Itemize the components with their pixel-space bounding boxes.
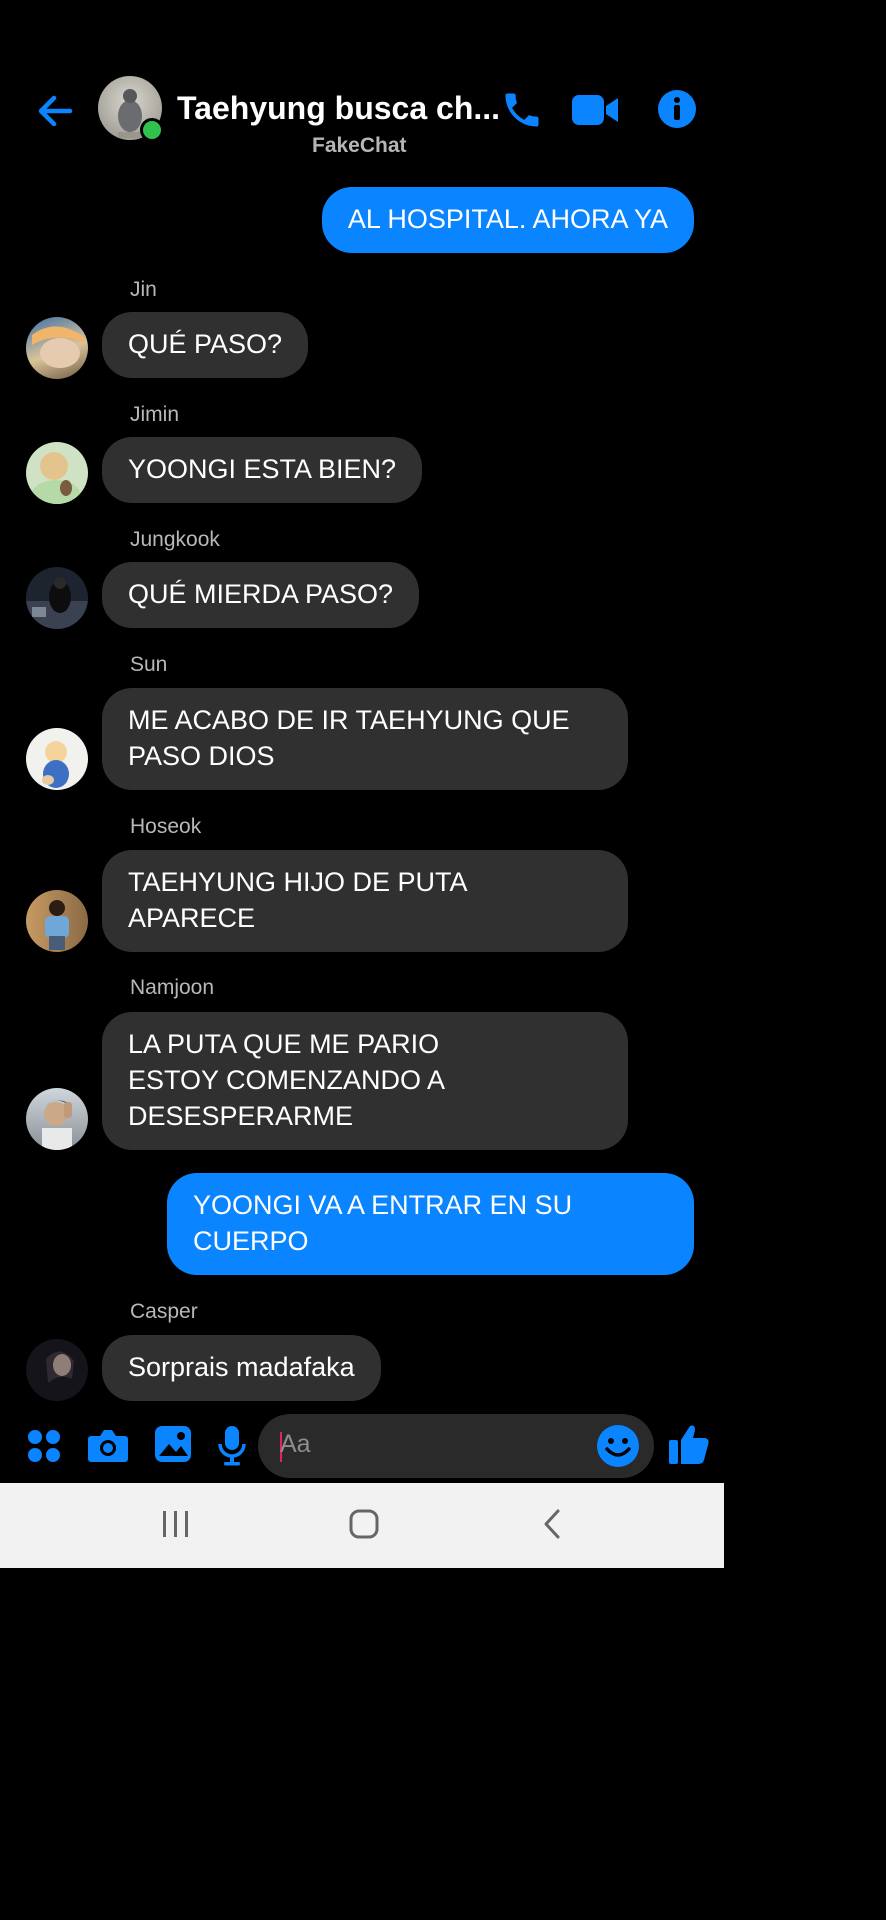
incoming-bubble[interactable]: QUÉ PASO? [102,312,309,378]
emoji-icon[interactable] [596,1424,640,1473]
video-call-icon[interactable] [572,92,620,133]
back-nav-icon[interactable] [540,1508,564,1545]
sender-name: Jin [130,278,157,301]
message-text: YOONGI ESTA BIEN? [128,454,397,484]
incoming-bubble[interactable]: TAEHYUNG HIJO DE PUTA APARECE [102,850,628,952]
message-line: LA PUTA QUE ME PARIO [128,1029,440,1059]
message-line: ESTOY COMENZANDO A [128,1065,446,1095]
avatar-jungkook[interactable] [26,567,88,629]
mic-icon[interactable] [217,1424,247,1471]
avatar-jin[interactable] [26,317,88,379]
message-line: YOONGI VA A ENTRAR EN SU [193,1190,573,1220]
apps-icon[interactable] [26,1428,62,1469]
message-composer: Aa [0,1410,724,1482]
sender-name: Jungkook [130,528,220,551]
avatar-hoseok[interactable] [26,890,88,952]
chat-subtitle: FakeChat [312,134,407,157]
message-input-placeholder: Aa [280,1430,311,1458]
message-line: CUERPO [193,1226,309,1256]
info-icon[interactable] [657,89,697,134]
outgoing-bubble[interactable]: AL HOSPITAL. AHORA YA [321,187,694,253]
sender-name: Hoseok [130,815,202,838]
avatar-namjoon[interactable] [26,1088,88,1150]
back-arrow-icon[interactable] [34,90,76,132]
message-text: QUÉ PASO? [128,329,283,359]
sender-name: Casper [130,1300,198,1323]
message-line: APARECE [128,903,256,933]
home-icon[interactable] [348,1508,380,1545]
sender-name: Namjoon [130,976,215,999]
outgoing-bubble[interactable]: YOONGI VA A ENTRAR EN SU CUERPO [167,1173,694,1275]
avatar-jimin[interactable] [26,442,88,504]
message-text: QUÉ MIERDA PASO? [128,579,394,609]
message-text: AL HOSPITAL. AHORA YA [347,204,668,234]
message-line: ME ACABO DE IR TAEHYUNG QUE [128,705,570,735]
camera-icon[interactable] [87,1426,129,1469]
online-status-dot [140,118,164,142]
message-line: PASO DIOS [128,741,275,771]
incoming-bubble[interactable]: QUÉ MIERDA PASO? [102,562,420,628]
avatar-sun[interactable] [26,728,88,790]
incoming-bubble[interactable]: LA PUTA QUE ME PARIO ESTOY COMENZANDO A … [102,1012,628,1150]
message-input[interactable]: Aa [258,1414,654,1478]
message-text: Sorprais madafaka [128,1352,355,1382]
system-navigation-bar [0,1483,724,1568]
gallery-icon[interactable] [153,1424,193,1469]
group-avatar[interactable] [98,76,164,142]
chat-title[interactable]: Taehyung busca ch... [177,90,500,127]
incoming-bubble[interactable]: ME ACABO DE IR TAEHYUNG QUE PASO DIOS [102,688,628,790]
avatar-casper[interactable] [26,1339,88,1401]
sender-name: Jimin [130,403,180,426]
recent-apps-icon[interactable] [160,1509,192,1544]
thumbs-up-icon[interactable] [668,1422,710,1471]
sender-name: Sun [130,653,168,676]
chat-header: Taehyung busca ch... FakeChat [0,70,724,165]
incoming-bubble[interactable]: Sorprais madafaka [102,1335,381,1401]
phone-call-icon[interactable] [500,88,544,137]
incoming-bubble[interactable]: YOONGI ESTA BIEN? [102,437,423,503]
message-line: TAEHYUNG HIJO DE PUTA [128,867,468,897]
message-line: DESESPERARME [128,1101,354,1131]
